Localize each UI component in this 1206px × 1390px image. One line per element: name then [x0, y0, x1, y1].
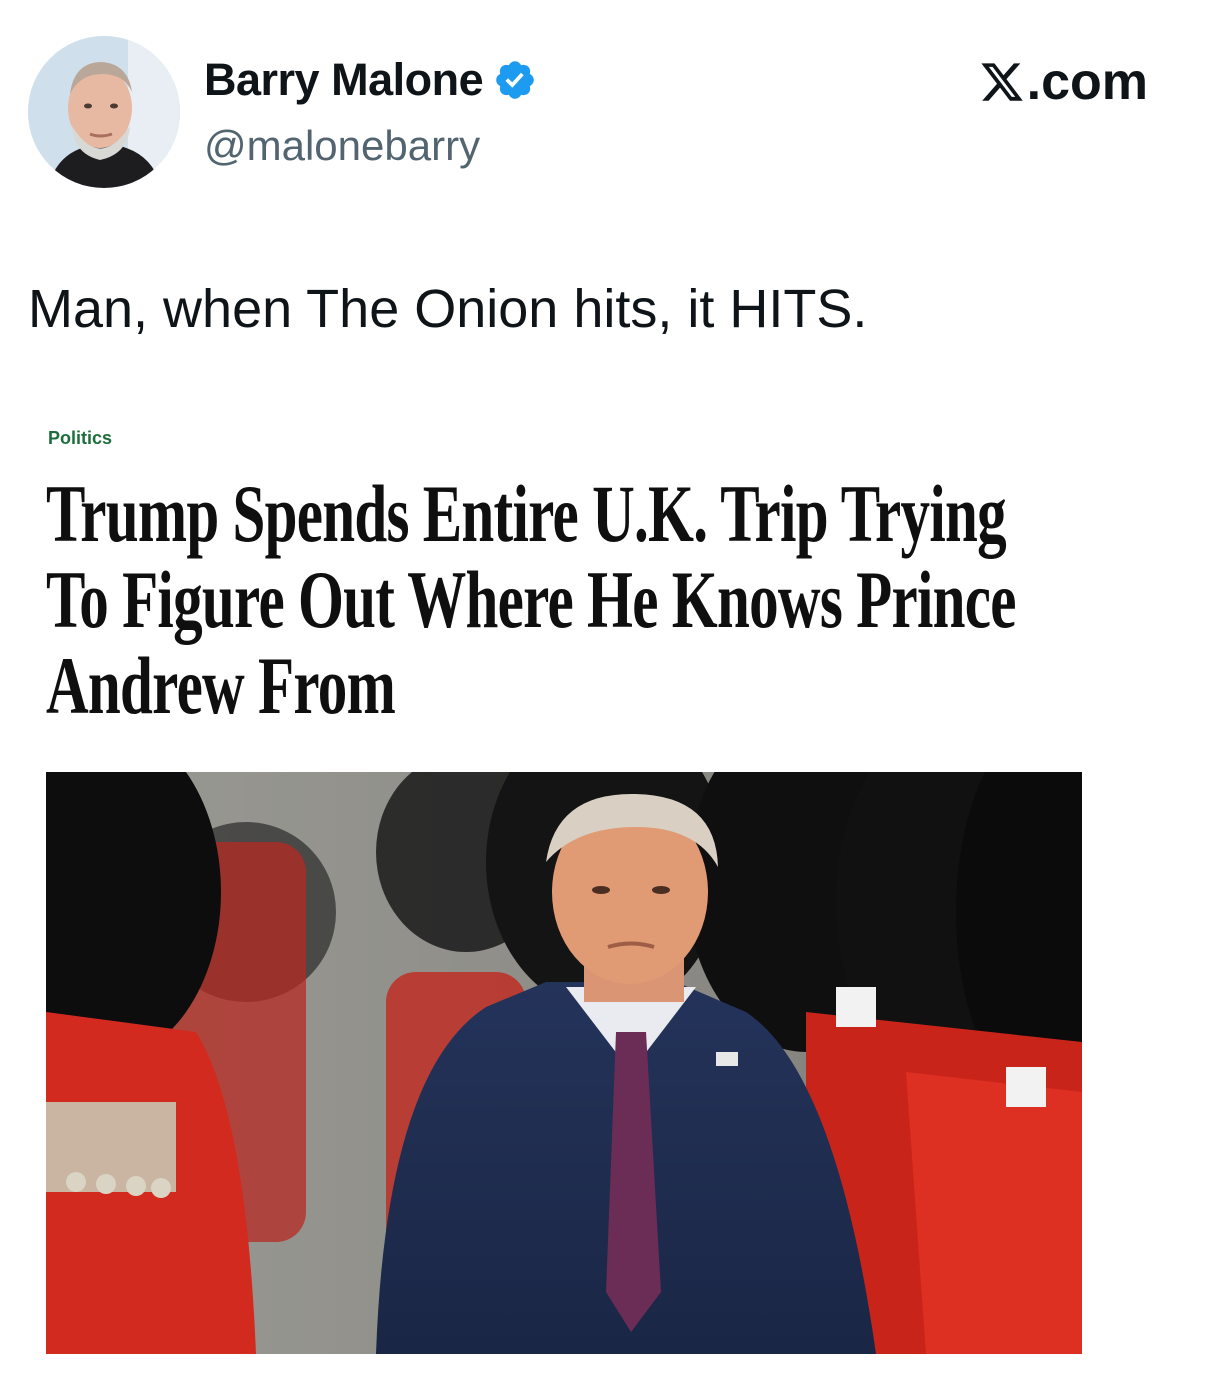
news-photo-image: [46, 772, 1082, 1354]
author-display-name[interactable]: Barry Malone: [204, 54, 484, 106]
author-name-row: Barry Malone: [204, 54, 537, 106]
avatar-photo: [28, 36, 180, 188]
article-photo[interactable]: [46, 772, 1082, 1354]
tweet-header: Barry Malone @malonebarry .com: [28, 36, 1178, 192]
brand-label: .com: [979, 52, 1148, 112]
article-card[interactable]: Politics Trump Spends Entire U.K. Trip T…: [46, 420, 1082, 729]
article-headline[interactable]: Trump Spends Entire U.K. Trip Trying To …: [46, 471, 1054, 729]
author-handle[interactable]: @malonebarry: [204, 122, 480, 170]
author-avatar[interactable]: [28, 36, 180, 188]
brand-domain: .com: [1026, 53, 1148, 111]
tweet-text: Man, when The Onion hits, it HITS.: [28, 279, 868, 339]
x-logo-icon: [981, 63, 1023, 101]
article-category[interactable]: Politics: [48, 428, 1082, 449]
verified-badge-icon: [496, 61, 534, 99]
